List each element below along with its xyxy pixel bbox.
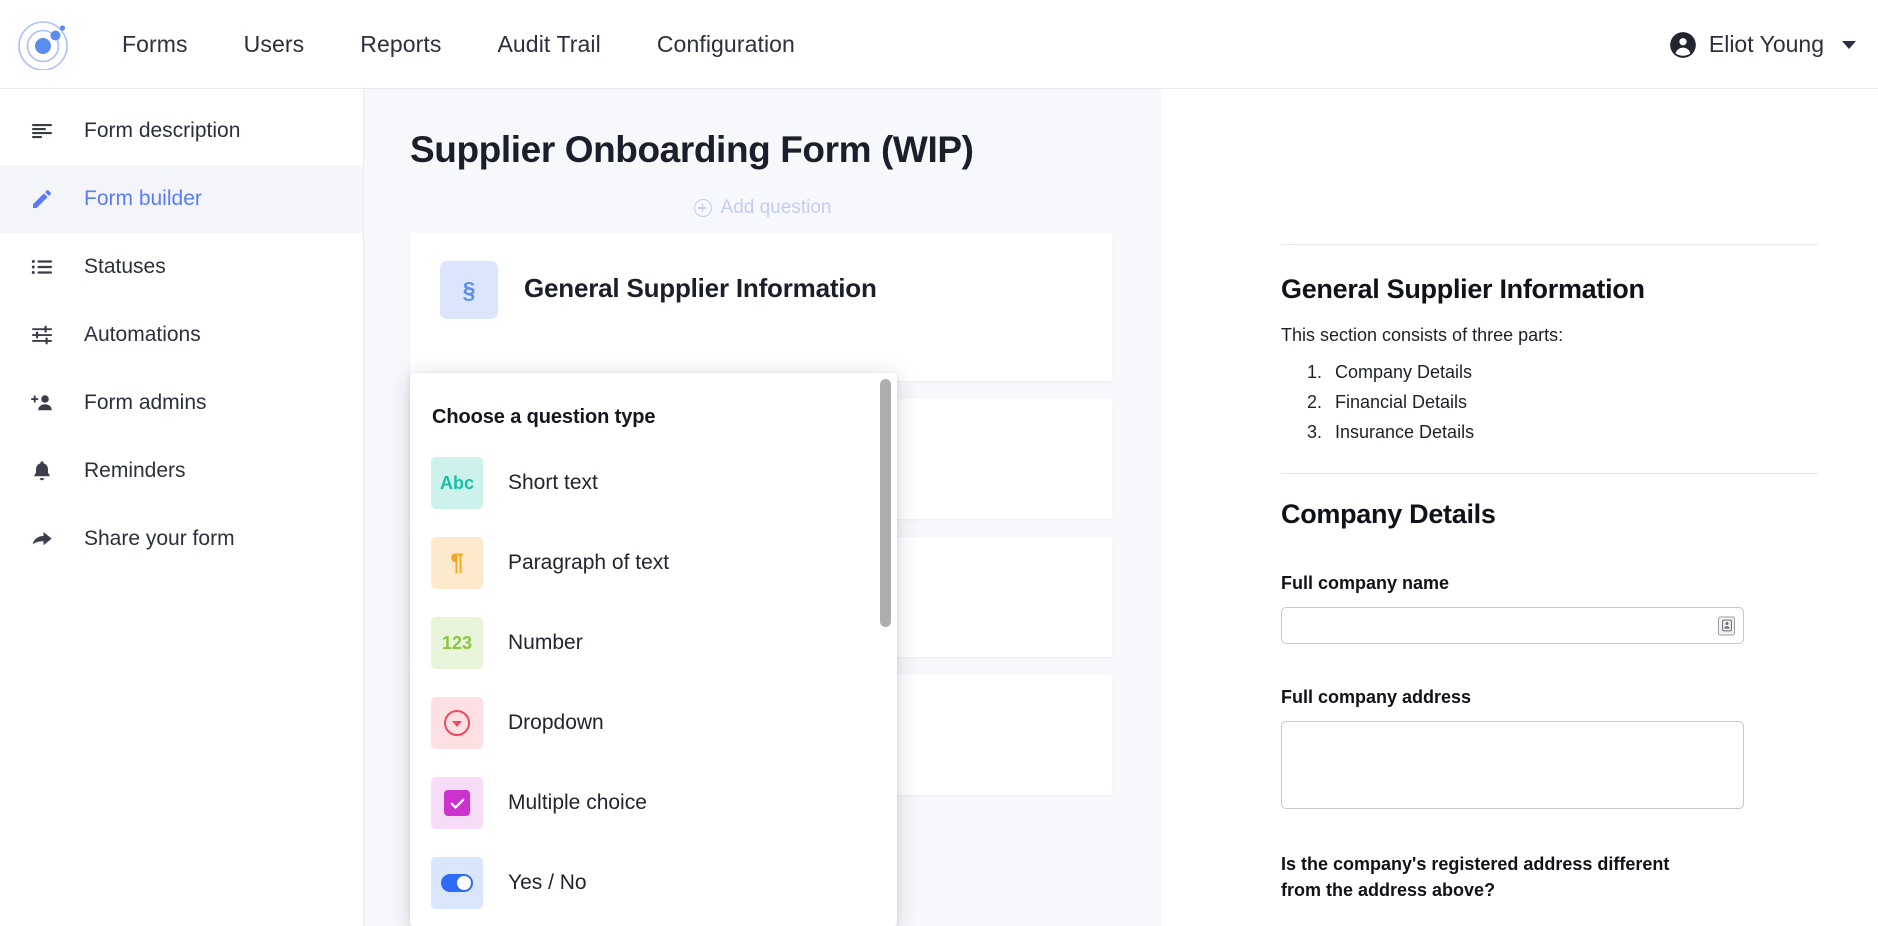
sidebar-item-form-admins[interactable]: Form admins (0, 369, 363, 437)
sidebar-item-label: Form description (84, 119, 241, 142)
contact-card-icon[interactable] (1718, 616, 1735, 635)
app-logo[interactable] (0, 0, 86, 89)
sidebar-item-label: Reminders (84, 459, 186, 482)
sidebar-item-share-your-form[interactable]: Share your form (0, 505, 363, 573)
question-type-option-number[interactable]: 123 Number (410, 603, 897, 683)
nav-item-forms[interactable]: Forms (86, 31, 216, 58)
abc-icon: Abc (431, 457, 483, 509)
registered-address-question: Is the company's registered address diff… (1281, 854, 1670, 901)
app-root: Forms Users Reports Audit Trail Configur… (0, 0, 1878, 926)
sidebar-item-reminders[interactable]: Reminders (0, 437, 363, 505)
popup-scrollbar-thumb[interactable] (880, 379, 891, 627)
sidebar-item-automations[interactable]: Automations (0, 301, 363, 369)
nav-item-reports[interactable]: Reports (332, 31, 469, 58)
toggle-switch-icon (431, 857, 483, 909)
person-add-icon (16, 391, 68, 415)
question-type-label: Dropdown (508, 711, 604, 734)
nav-item-configuration[interactable]: Configuration (629, 31, 823, 58)
question-type-label: Short text (508, 471, 598, 494)
dropdown-circle-icon (431, 697, 483, 749)
question-type-option-yes-no[interactable]: Yes / No (410, 843, 897, 923)
question-type-label: Multiple choice (508, 791, 647, 814)
question-type-option-dropdown[interactable]: Dropdown (410, 683, 897, 763)
full-company-name-field[interactable] (1281, 607, 1744, 644)
contact-card-glyph (1721, 619, 1732, 632)
popup-title: Choose a question type (432, 406, 656, 428)
sidebar-item-statuses[interactable]: Statuses (0, 233, 363, 301)
123-icon-glyph: 123 (441, 632, 473, 653)
nav-item-audit-trail[interactable]: Audit Trail (469, 31, 628, 58)
question-type-option-short-text[interactable]: Abc Short text (410, 443, 897, 523)
question-type-label: Paragraph of text (508, 551, 670, 574)
section-badge-glyph: § (462, 276, 476, 303)
chevron-down-icon (1842, 40, 1856, 49)
bell-icon (16, 459, 68, 483)
123-icon: 123 (431, 617, 483, 669)
add-question-label: Add question (720, 197, 832, 218)
preview-intro-text: This section consists of three parts: (1281, 325, 1564, 345)
sidebar: Form description Form builder Statuses A… (0, 89, 364, 926)
user-menu[interactable]: Eliot Young (1669, 0, 1856, 89)
question-type-label: Number (508, 631, 583, 654)
full-company-address-field[interactable] (1281, 721, 1744, 809)
check-mark-icon (450, 798, 464, 809)
list-bullet-icon (16, 255, 68, 279)
text-align-left-icon (16, 119, 68, 143)
sidebar-item-form-description[interactable]: Form description (0, 97, 363, 165)
sliders-icon (16, 323, 68, 347)
question-type-popup: Choose a question type Abc Short text ¶ … (410, 373, 897, 926)
question-type-option-paragraph[interactable]: ¶ Paragraph of text (410, 523, 897, 603)
list-item: Insurance Details (1327, 422, 1818, 443)
pilcrow-icon: ¶ (431, 537, 483, 589)
abc-icon-glyph: Abc (439, 472, 474, 493)
top-navigation-bar: Forms Users Reports Audit Trail Configur… (0, 0, 1878, 89)
full-company-name-label: Full company name (1281, 573, 1450, 593)
add-question-button[interactable]: Add question (364, 197, 1161, 219)
sidebar-item-label: Automations (84, 323, 201, 346)
sidebar-item-label: Form builder (84, 187, 202, 210)
question-type-list: Abc Short text ¶ Paragraph of text 123 N… (410, 429, 897, 923)
sidebar-item-label: Form admins (84, 391, 207, 414)
user-name-label: Eliot Young (1708, 31, 1824, 57)
orbit-logo-icon (18, 21, 68, 70)
section-title: General Supplier Information (524, 273, 877, 303)
preview-divider-top (1281, 244, 1818, 245)
preview-subsection-heading: Company Details (1281, 499, 1496, 529)
sidebar-item-label: Share your form (84, 527, 235, 550)
preview-divider-middle (1281, 473, 1818, 474)
preview-section-heading: General Supplier Information (1281, 274, 1645, 304)
preview-parts-list: Company Details Financial Details Insura… (1327, 362, 1818, 443)
dropdown-circle-glyph (444, 710, 470, 736)
nav-item-users[interactable]: Users (216, 31, 333, 58)
section-symbol-icon: § (440, 261, 498, 319)
plus-circle-icon (693, 199, 712, 217)
question-type-option-multiple-choice[interactable]: Multiple choice (410, 763, 897, 843)
list-item: Company Details (1327, 362, 1818, 383)
toggle-pill-glyph (441, 874, 473, 892)
checkbox-icon (431, 777, 483, 829)
section-card[interactable]: § General Supplier Information (410, 233, 1112, 381)
list-item: Financial Details (1327, 392, 1818, 413)
page-title: Supplier Onboarding Form (WIP) (410, 129, 974, 170)
account-circle-icon (1670, 31, 1696, 58)
pilcrow-icon-glyph: ¶ (450, 549, 464, 576)
sidebar-item-form-builder[interactable]: Form builder (0, 165, 363, 233)
full-company-address-label: Full company address (1281, 687, 1472, 707)
share-arrow-icon (16, 527, 68, 551)
primary-nav-items: Forms Users Reports Audit Trail Configur… (86, 31, 823, 58)
pencil-icon (16, 187, 68, 211)
question-type-label: Yes / No (508, 871, 587, 894)
checkbox-glyph (444, 790, 470, 816)
sidebar-item-label: Statuses (84, 255, 166, 278)
form-preview-panel: General Supplier Information This sectio… (1161, 89, 1878, 926)
